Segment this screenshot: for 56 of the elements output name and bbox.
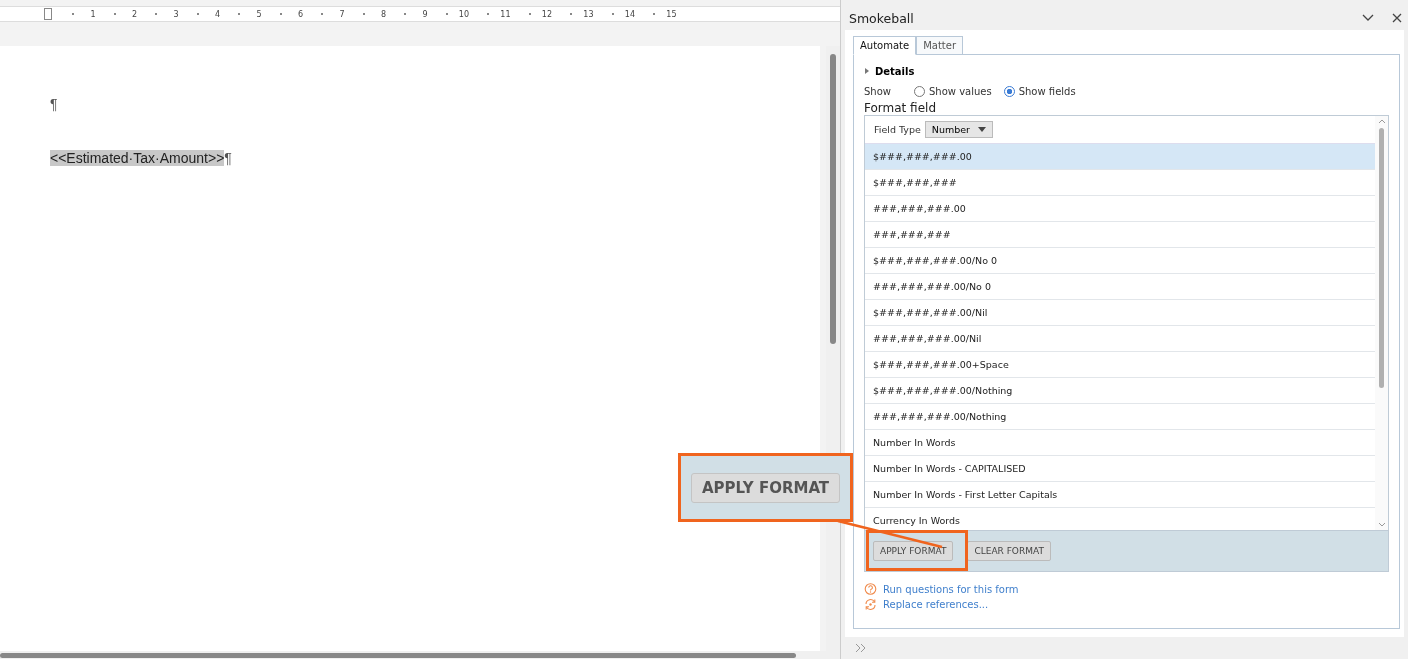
- format-button[interactable]: APPLY FORMAT: [873, 541, 954, 561]
- format-option[interactable]: $###,###,###: [865, 170, 1375, 196]
- ruler-number: 13: [583, 9, 594, 19]
- format-option[interactable]: $###,###,###.00/No 0: [865, 248, 1375, 274]
- format-option[interactable]: Number In Words: [865, 430, 1375, 456]
- details-heading[interactable]: Details: [875, 65, 915, 77]
- chevron-down-icon[interactable]: [1362, 14, 1374, 22]
- ruler-number: 12: [541, 9, 552, 19]
- double-chevron-icon[interactable]: [855, 643, 867, 653]
- field-type-label: Field Type: [874, 124, 921, 135]
- format-option[interactable]: $###,###,###.00+Space: [865, 352, 1375, 378]
- ruler-number: 7: [339, 9, 345, 19]
- format-option[interactable]: Number In Words - First Letter Capitals: [865, 482, 1375, 508]
- ruler-number: 10: [458, 9, 469, 19]
- scroll-down-icon[interactable]: [1377, 522, 1386, 527]
- indent-marker-icon[interactable]: [44, 8, 52, 20]
- format-option[interactable]: ###,###,###: [865, 222, 1375, 248]
- paragraph-mark: ¶: [50, 96, 58, 112]
- format-option[interactable]: ###,###,###.00: [865, 196, 1375, 222]
- ruler-number: 14: [624, 9, 635, 19]
- link[interactable]: Replace references...: [883, 599, 989, 610]
- format-button[interactable]: CLEAR FORMAT: [967, 541, 1051, 561]
- field-type-dropdown[interactable]: Number: [924, 121, 993, 138]
- refresh-icon: [864, 598, 877, 611]
- ruler-number: 15: [666, 9, 677, 19]
- format-option[interactable]: Number In Words - CAPITALISED: [865, 456, 1375, 482]
- merge-field: <<Estimated·Tax·Amount>>: [50, 150, 225, 166]
- close-icon[interactable]: [1392, 13, 1402, 23]
- ruler-number: 11: [500, 9, 511, 19]
- ruler-number: 6: [297, 9, 303, 19]
- radio-option[interactable]: Show values: [914, 85, 992, 97]
- ruler-number: 1: [90, 9, 96, 19]
- expand-arrow-icon[interactable]: [864, 68, 870, 74]
- format-option[interactable]: $###,###,###.00/Nothing: [865, 378, 1375, 404]
- tab[interactable]: Automate: [853, 36, 917, 55]
- ruler-number: 3: [173, 9, 179, 19]
- ruler-number: 2: [131, 9, 137, 19]
- ruler-number: 4: [214, 9, 220, 19]
- show-label: Show: [864, 85, 892, 97]
- ruler-number: 8: [380, 9, 386, 19]
- list-scrollbar[interactable]: [1375, 116, 1388, 530]
- ruler-number: 5: [256, 9, 262, 19]
- format-option[interactable]: ###,###,###.00/No 0: [865, 274, 1375, 300]
- section-title: Format field: [864, 101, 937, 115]
- format-option[interactable]: ###,###,###.00/Nil: [865, 326, 1375, 352]
- radio-option[interactable]: Show fields: [1003, 85, 1076, 97]
- question-icon: [864, 583, 877, 596]
- scroll-up-icon[interactable]: [1377, 119, 1386, 124]
- ruler-number: 9: [422, 9, 428, 19]
- paragraph-mark: ¶: [224, 150, 232, 166]
- link[interactable]: Run questions for this form: [883, 584, 1019, 595]
- format-option[interactable]: ###,###,###.00/Nothing: [865, 404, 1375, 430]
- pane-title: Smokeball: [849, 10, 915, 26]
- caret-icon: [977, 127, 986, 132]
- format-option[interactable]: $###,###,###.00/Nil: [865, 300, 1375, 326]
- format-option[interactable]: $###,###,###.00: [865, 144, 1375, 170]
